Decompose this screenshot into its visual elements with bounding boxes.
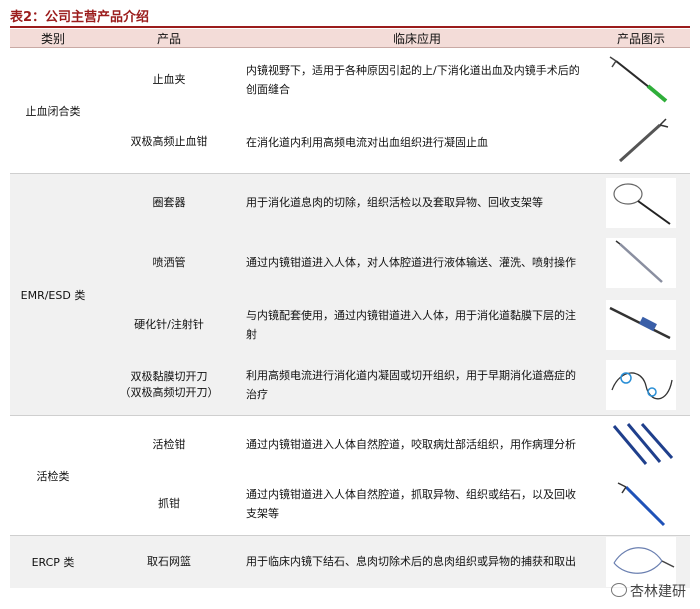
- table-row: 硬化针/注射针 与内镜配套使用，通过内镜钳道进入人体，用于消化道黏膜下层的注射: [10, 293, 690, 356]
- use-cell: 通过内镜钳道进入人体自然腔道，抓取异物、组织或结石，以及回收支架等: [242, 473, 592, 536]
- header-row: 类别 产品 临床应用 产品图示: [10, 29, 690, 48]
- table-row: EMR/ESD 类 圈套器 用于消化道息肉的切除，组织活检以及套取异物、回收支架…: [10, 173, 690, 416]
- use-cell: 用于消化道息肉的切除，组织活检以及套取异物、回收支架等: [242, 173, 592, 232]
- use-cell: 通过内镜钳道进入人体，对人体腔道进行液体输送、灌洗、喷射操作: [242, 231, 592, 294]
- title-rule: [10, 26, 690, 28]
- watermark: 杏林建研: [611, 581, 686, 601]
- product-cell: 止血夹: [96, 47, 242, 112]
- grasping-forceps-image: [606, 479, 676, 530]
- spray-catheter-image: [606, 237, 676, 288]
- header-clinical-use: 临床应用: [242, 29, 592, 48]
- product-table: 类别 产品 临床应用 产品图示 止血闭合类 止血夹 内镜视野下，适用于各种原因引…: [10, 29, 690, 588]
- table-row: 双极黏膜切开刀 （双极高频切开刀） 利用高频电流进行消化道内凝固或切开组织，用于早…: [10, 355, 690, 416]
- product-cell: 双极黏膜切开刀: [130, 370, 208, 384]
- bipolar-hemostatic-forceps-image: [606, 117, 676, 168]
- watermark-text: 杏林建研: [630, 584, 686, 600]
- product-cell: 圈套器: [96, 173, 242, 232]
- table-row: 双极高频止血钳 在消化道内利用高频电流对出血组织进行凝固止血: [10, 111, 690, 174]
- table-title: 表2：公司主营产品介绍: [10, 10, 150, 25]
- category-cell: 活检类: [10, 415, 96, 536]
- snare-image: [606, 177, 676, 228]
- biopsy-forceps-image: [606, 419, 676, 470]
- stone-basket-image: [606, 536, 676, 587]
- table-row: 抓钳 通过内镜钳道进入人体自然腔道，抓取异物、组织或结石，以及回收支架等: [10, 473, 690, 536]
- hemostatic-clip-image: [606, 54, 676, 105]
- category-cell: ERCP 类: [10, 535, 96, 588]
- product-cell: 喷洒管: [96, 231, 242, 294]
- header-product: 产品: [96, 29, 242, 48]
- table-row: 活检类 活检钳 通过内镜钳道进入人体自然腔道，咬取病灶部活组织，用作病理分析: [10, 415, 690, 536]
- product-cell: 活检钳: [96, 415, 242, 474]
- use-cell: 利用高频电流进行消化道内凝固或切开组织，用于早期消化道癌症的治疗: [242, 355, 592, 416]
- table-row: 止血闭合类 止血夹 内镜视野下，适用于各种原因引起的上/下消化道出血及内镜手术后…: [10, 47, 690, 174]
- product-cell: 硬化针/注射针: [96, 293, 242, 356]
- product-subname: （双极高频切开刀）: [119, 386, 219, 400]
- product-cell: 取石网篮: [96, 535, 242, 588]
- header-category: 类别: [10, 29, 96, 48]
- product-cell: 抓钳: [96, 473, 242, 536]
- product-cell: 双极高频止血钳: [96, 111, 242, 174]
- bipolar-knife-image: [606, 360, 676, 411]
- wechat-icon: [611, 583, 627, 597]
- use-cell: 通过内镜钳道进入人体自然腔道，咬取病灶部活组织，用作病理分析: [242, 415, 592, 474]
- category-cell: 止血闭合类: [10, 47, 96, 174]
- header-image: 产品图示: [592, 29, 690, 48]
- use-cell: 内镜视野下，适用于各种原因引起的上/下消化道出血及内镜手术后的创面缝合: [242, 47, 592, 112]
- use-cell: 与内镜配套使用，通过内镜钳道进入人体，用于消化道黏膜下层的注射: [242, 293, 592, 356]
- injection-needle-image: [606, 299, 676, 350]
- table-row: 喷洒管 通过内镜钳道进入人体，对人体腔道进行液体输送、灌洗、喷射操作: [10, 231, 690, 294]
- category-cell: EMR/ESD 类: [10, 173, 96, 416]
- use-cell: 在消化道内利用高频电流对出血组织进行凝固止血: [242, 111, 592, 174]
- table-row: ERCP 类 取石网篮 用于临床内镜下结石、息肉切除术后的息肉组织或异物的捕获和…: [10, 535, 690, 588]
- use-cell: 用于临床内镜下结石、息肉切除术后的息肉组织或异物的捕获和取出: [242, 535, 592, 588]
